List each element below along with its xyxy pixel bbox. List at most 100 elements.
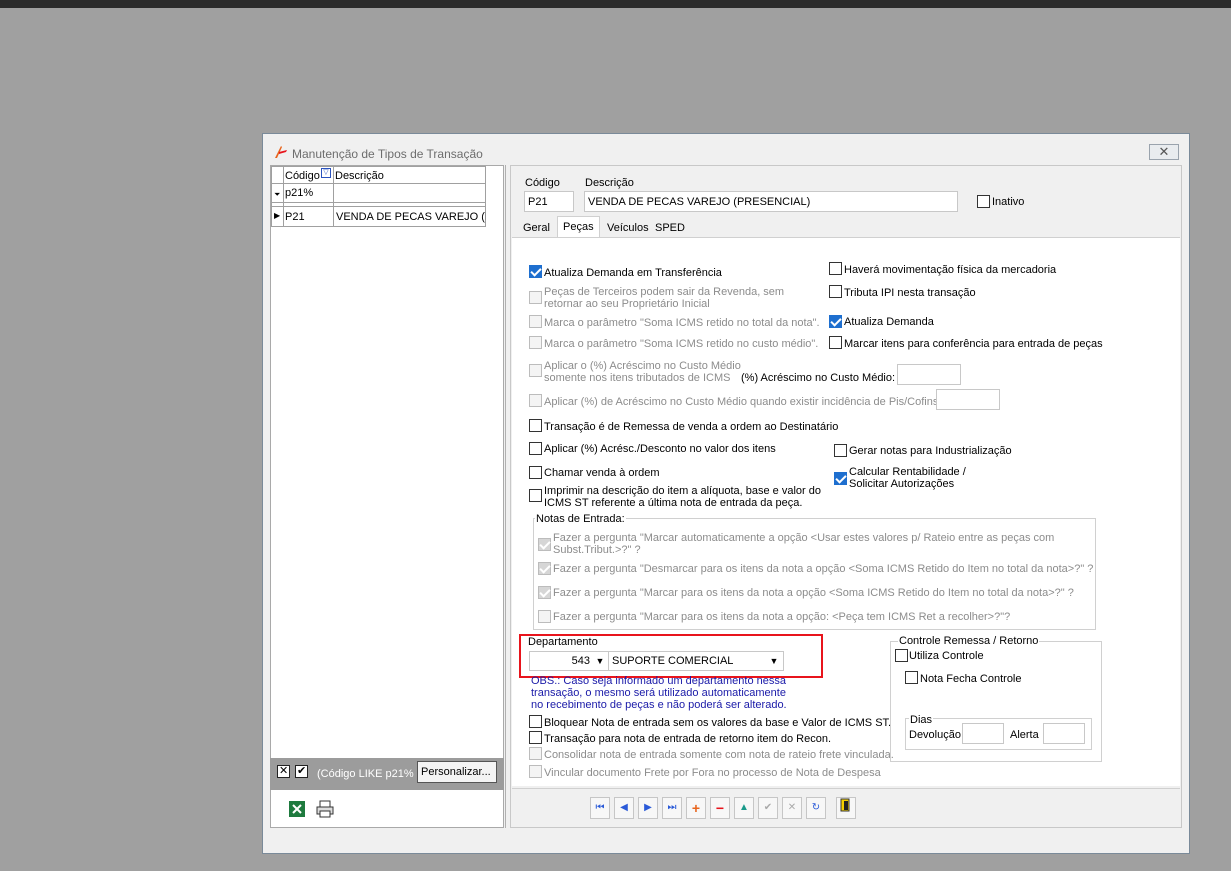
utiliza-controle-checkbox[interactable] — [895, 649, 908, 662]
atualiza-demanda-checkbox[interactable] — [829, 315, 842, 328]
post-record-icon[interactable]: ✔ — [758, 797, 778, 819]
devolucao-input[interactable] — [962, 723, 1004, 744]
aplicar-desconto-checkbox[interactable] — [529, 442, 542, 455]
departamento-label: Departamento — [528, 636, 598, 648]
calcular-rent-checkbox[interactable] — [834, 472, 847, 485]
gerar-notas-label: Gerar notas para Industrialização — [849, 445, 1012, 457]
marca-soma-total-checkbox[interactable] — [529, 315, 542, 328]
close-button[interactable]: ✕ — [1149, 144, 1179, 160]
row-descricao[interactable]: VENDA DE PECAS VAREJO (PRI — [336, 211, 486, 223]
aplicar-pis-checkbox[interactable] — [529, 394, 542, 407]
imprimir-desc-checkbox[interactable] — [529, 489, 542, 502]
aplicar-pis-label: Aplicar (%) de Acréscimo no Custo Médio … — [544, 396, 942, 408]
tab-veiculos[interactable]: Veículos — [602, 218, 654, 238]
last-record-icon[interactable]: ⏭ — [662, 797, 682, 819]
grid-divider — [333, 166, 334, 227]
ne2-checkbox[interactable] — [538, 562, 551, 575]
chamar-venda-checkbox[interactable] — [529, 466, 542, 479]
obs-text: OBS.: Caso seja informado um departament… — [531, 675, 787, 711]
window-title: Manutenção de Tipos de Transação — [292, 147, 483, 161]
consolidar-label: Consolidar nota de entrada somente com n… — [544, 749, 894, 761]
devolucao-label: Devolução — [909, 729, 961, 741]
exit-icon[interactable] — [836, 797, 856, 819]
top-bar — [0, 0, 1231, 8]
print-icon[interactable] — [315, 800, 335, 820]
inativo-checkbox[interactable] — [977, 195, 990, 208]
remessa-venda-label: Transação é de Remessa de venda a ordem … — [544, 421, 839, 433]
inativo-label: Inativo — [992, 196, 1025, 208]
splitter[interactable] — [505, 165, 506, 828]
enable-filter-checkbox[interactable]: ✔ — [295, 765, 308, 778]
filter-icon: ⏷ — [274, 190, 281, 199]
acrescimo-label: (%) Acréscimo no Custo Médio: — [741, 372, 896, 384]
cancel-record-icon[interactable]: ✕ — [782, 797, 802, 819]
chevron-down-icon[interactable]: ▼ — [593, 654, 607, 668]
ne3-checkbox[interactable] — [538, 586, 551, 599]
filter-bar: ✕ ✔ (Código LIKE p21% Personalizar... — [270, 758, 504, 790]
notas-entrada-title: Notas de Entrada: — [535, 513, 626, 525]
chamar-venda-label: Chamar venda à ordem — [544, 467, 660, 479]
ne2-label: Fazer a pergunta "Desmarcar para os iten… — [553, 563, 1094, 575]
marca-soma-custo-label: Marca o parâmetro "Soma ICMS retido no c… — [544, 338, 819, 350]
clear-filter-checkbox[interactable]: ✕ — [277, 765, 290, 778]
havera-mov-checkbox[interactable] — [829, 262, 842, 275]
ne4-checkbox[interactable] — [538, 610, 551, 623]
dept-name-combo[interactable]: SUPORTE COMERCIAL — [608, 651, 784, 671]
ne3-label: Fazer a pergunta "Marcar para os itens d… — [553, 587, 1074, 599]
atualiza-demanda-label: Atualiza Demanda — [844, 316, 934, 328]
first-record-icon[interactable]: ⏮ — [590, 797, 610, 819]
codigo-input[interactable]: P21 — [524, 191, 574, 212]
grid-divider — [283, 166, 284, 227]
pecas-terceiros-checkbox[interactable] — [529, 291, 542, 304]
codigo-label: Código — [525, 177, 560, 189]
descricao-label: Descrição — [585, 177, 634, 189]
delete-record-icon[interactable]: − — [710, 797, 730, 819]
remessa-venda-checkbox[interactable] — [529, 419, 542, 432]
insert-record-icon[interactable]: + — [686, 797, 706, 819]
excel-export-icon[interactable] — [287, 800, 307, 820]
tributa-ipi-checkbox[interactable] — [829, 285, 842, 298]
filter-input[interactable]: p21% — [285, 187, 313, 199]
transaction-grid: Código ▽ Descrição ⏷ p21% ▶ P21 VENDA DE… — [270, 165, 504, 828]
chevron-down-icon[interactable]: ▼ — [767, 654, 781, 668]
filter-dropdown-icon[interactable]: ▽ — [321, 168, 331, 178]
row-pointer-icon: ▶ — [274, 211, 281, 220]
app-icon — [275, 146, 287, 158]
marcar-itens-checkbox[interactable] — [829, 336, 842, 349]
refresh-icon[interactable]: ↻ — [806, 797, 826, 819]
bloquear-nota-label: Bloquear Nota de entrada sem os valores … — [544, 717, 892, 729]
alerta-input[interactable] — [1043, 723, 1085, 744]
nota-fecha-checkbox[interactable] — [905, 671, 918, 684]
transacao-retorno-checkbox[interactable] — [529, 731, 542, 744]
customize-button[interactable]: Personalizar... — [417, 761, 497, 783]
atualiza-demanda-transf-checkbox[interactable] — [529, 265, 542, 278]
tab-pecas[interactable]: Peças — [557, 216, 600, 238]
alerta-label: Alerta — [1010, 729, 1039, 741]
edit-record-icon[interactable]: ▲ — [734, 797, 754, 819]
descricao-input[interactable]: VENDA DE PECAS VAREJO (PRESENCIAL) — [584, 191, 958, 212]
tributa-ipi-label: Tributa IPI nesta transação — [844, 287, 976, 299]
col-header-descricao[interactable]: Descrição — [335, 170, 384, 182]
vincular-frete-checkbox[interactable] — [529, 765, 542, 778]
havera-mov-label: Haverá movimentação física da mercadoria — [844, 264, 1057, 276]
nota-fecha-label: Nota Fecha Controle — [920, 673, 1022, 685]
grid-line — [271, 202, 486, 203]
next-record-icon[interactable]: ▶ — [638, 797, 658, 819]
acrescimo-input[interactable] — [897, 364, 961, 385]
prior-record-icon[interactable]: ◀ — [614, 797, 634, 819]
ne1-checkbox[interactable] — [538, 538, 551, 551]
marca-soma-custo-checkbox[interactable] — [529, 336, 542, 349]
transacao-retorno-label: Transação para nota de entrada de retorn… — [544, 733, 831, 745]
tab-geral[interactable]: Geral — [518, 218, 555, 238]
col-header-codigo[interactable]: Código — [285, 170, 320, 182]
gerar-notas-checkbox[interactable] — [834, 444, 847, 457]
pis-input[interactable] — [936, 389, 1000, 410]
tab-sped[interactable]: SPED — [650, 218, 690, 238]
bloquear-nota-checkbox[interactable] — [529, 715, 542, 728]
aplicar-acrescimo-label: Aplicar o (%) Acréscimo no Custo Médio s… — [544, 360, 741, 384]
aplicar-acrescimo-checkbox[interactable] — [529, 364, 542, 377]
row-codigo[interactable]: P21 — [285, 211, 305, 223]
ne1-label: Fazer a pergunta "Marcar automaticamente… — [553, 532, 1055, 556]
consolidar-checkbox[interactable] — [529, 747, 542, 760]
aplicar-desconto-label: Aplicar (%) Acrésc./Desconto no valor do… — [544, 443, 776, 455]
